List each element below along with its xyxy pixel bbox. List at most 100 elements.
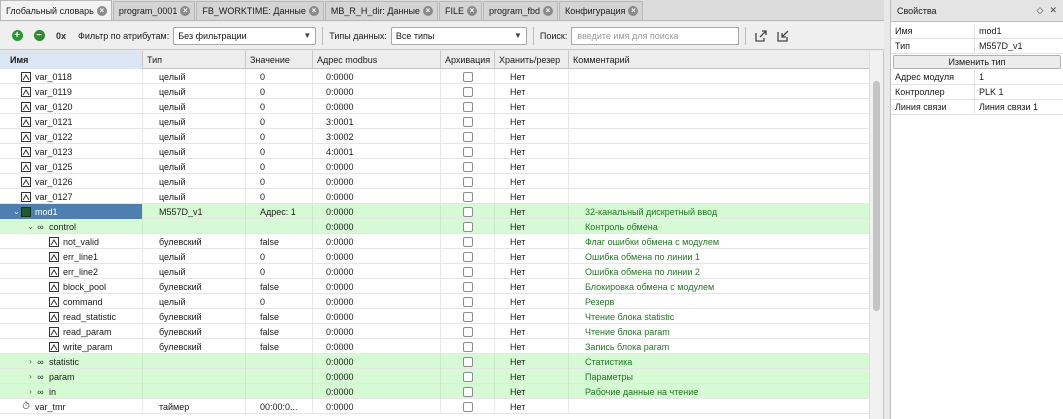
cell-comment[interactable]: Блокировка обмена с модулем — [569, 279, 883, 294]
cell-type[interactable]: целый — [143, 294, 246, 309]
import-button[interactable] — [774, 27, 792, 45]
cell-value[interactable] — [246, 354, 313, 369]
cell-name[interactable]: write_param — [0, 339, 143, 354]
cell-retain[interactable]: Нет — [495, 144, 569, 159]
tab-3[interactable]: MB_R_H_dir: Данные × — [324, 1, 438, 20]
archive-checkbox[interactable] — [462, 131, 473, 142]
table-row[interactable]: var_0118 целый 0 0:0000 Нет — [0, 69, 883, 84]
cell-name[interactable]: var_0121 — [0, 114, 143, 129]
cell-type[interactable]: целый — [143, 189, 246, 204]
archive-checkbox[interactable] — [462, 371, 473, 382]
column-header-retain[interactable]: Хранить/резер — [495, 51, 569, 69]
cell-value[interactable]: 0 — [246, 249, 313, 264]
cell-retain[interactable]: Нет — [495, 84, 569, 99]
tab-0[interactable]: Глобальный словарь × — [0, 0, 112, 20]
cell-value[interactable]: 0 — [246, 294, 313, 309]
cell-comment[interactable]: Резерв — [569, 294, 883, 309]
table-row[interactable]: err_line1 целый 0 0:0000 Нет Ошибка обмена по… — [0, 249, 883, 264]
cell-modbus[interactable]: 0:0000 — [313, 159, 441, 174]
vertical-scrollbar[interactable] — [869, 51, 883, 419]
cell-name[interactable]: var_0127 — [0, 189, 143, 204]
add-variable-button[interactable]: + — [8, 27, 26, 45]
cell-value[interactable]: 0 — [246, 99, 313, 114]
cell-name[interactable]: ⌄ ∞ control — [0, 219, 143, 234]
cell-name[interactable]: › ∞ param — [0, 369, 143, 384]
archive-checkbox[interactable] — [462, 401, 473, 412]
cell-type[interactable]: целый — [143, 114, 246, 129]
cell-value[interactable]: false — [246, 234, 313, 249]
table-row[interactable]: var_0120 целый 0 0:0000 Нет — [0, 99, 883, 114]
cell-modbus[interactable]: 0:0000 — [313, 69, 441, 84]
cell-name[interactable]: read_param — [0, 324, 143, 339]
table-row[interactable]: read_statistic булевский false 0:0000 Нет Чте… — [0, 309, 883, 324]
cell-retain[interactable]: Нет — [495, 279, 569, 294]
table-row[interactable]: var_0121 целый 0 3:0001 Нет — [0, 114, 883, 129]
tab-5[interactable]: program_fbd × — [482, 1, 558, 20]
scrollbar-thumb[interactable] — [873, 81, 880, 311]
cell-comment[interactable] — [569, 129, 883, 144]
table-row[interactable]: › ∞ param 0:0000 Нет Параметры — [0, 369, 883, 384]
cell-type[interactable]: M557D_v1 — [143, 204, 246, 219]
cell-modbus[interactable]: 0:0000 — [313, 369, 441, 384]
cell-value[interactable]: 0 — [246, 264, 313, 279]
cell-comment[interactable]: Чтение блока statistic — [569, 309, 883, 324]
cell-retain[interactable]: Нет — [495, 189, 569, 204]
cell-modbus[interactable]: 0:0000 — [313, 264, 441, 279]
cell-name[interactable]: › ∞ statistic — [0, 354, 143, 369]
export-button[interactable] — [752, 27, 770, 45]
cell-modbus[interactable]: 3:0002 — [313, 129, 441, 144]
table-row[interactable]: ⌄ mod1 M557D_v1 Адрес: 1 0:0000 Нет 32-канальн… — [0, 204, 883, 219]
tab-4[interactable]: FILE × — [438, 1, 482, 20]
cell-retain[interactable]: Нет — [495, 354, 569, 369]
cell-modbus[interactable]: 3:0001 — [313, 114, 441, 129]
cell-retain[interactable]: Нет — [495, 204, 569, 219]
tab-1[interactable]: program_0001 × — [112, 1, 196, 20]
cell-type[interactable]: целый — [143, 249, 246, 264]
table-row[interactable]: var_0122 целый 0 3:0002 Нет — [0, 129, 883, 144]
archive-checkbox[interactable] — [462, 281, 473, 292]
table-row[interactable]: read_param булевский false 0:0000 Нет Чтение … — [0, 324, 883, 339]
cell-comment[interactable] — [569, 144, 883, 159]
cell-modbus[interactable]: 0:0000 — [313, 204, 441, 219]
chevron-right-icon[interactable]: › — [26, 387, 35, 396]
cell-modbus[interactable]: 0:0000 — [313, 99, 441, 114]
archive-checkbox[interactable] — [462, 86, 473, 97]
archive-checkbox[interactable] — [462, 236, 473, 247]
archive-checkbox[interactable] — [462, 116, 473, 127]
archive-checkbox[interactable] — [462, 71, 473, 82]
cell-retain[interactable]: Нет — [495, 234, 569, 249]
cell-comment[interactable]: 32-канальный дискретный ввод — [569, 204, 883, 219]
close-icon[interactable]: × — [628, 6, 639, 16]
change-type-button[interactable]: Изменить тип — [893, 55, 1061, 69]
property-value[interactable]: M557D_v1 — [975, 39, 1063, 53]
tab-6[interactable]: Конфигурация × — [559, 1, 644, 20]
archive-checkbox[interactable] — [462, 191, 473, 202]
cell-retain[interactable]: Нет — [495, 99, 569, 114]
archive-checkbox[interactable] — [462, 146, 473, 157]
cell-name[interactable]: var_0122 — [0, 129, 143, 144]
cell-type[interactable]: булевский — [143, 234, 246, 249]
close-icon[interactable]: × — [466, 6, 477, 16]
cell-comment[interactable]: Ошибка обмена по линии 1 — [569, 249, 883, 264]
cell-retain[interactable]: Нет — [495, 339, 569, 354]
property-value[interactable]: Линия связи 1 — [975, 100, 1063, 114]
archive-checkbox[interactable] — [462, 221, 473, 232]
cell-comment[interactable]: Чтение блока param — [569, 324, 883, 339]
table-row[interactable]: var_0119 целый 0 0:0000 Нет — [0, 84, 883, 99]
cell-value[interactable]: 0 — [246, 84, 313, 99]
cell-name[interactable]: ⌄ mod1 — [0, 204, 143, 219]
cell-type[interactable]: булевский — [143, 279, 246, 294]
close-icon[interactable]: × — [543, 6, 553, 16]
cell-value[interactable]: 0 — [246, 144, 313, 159]
table-row[interactable]: › ∞ statistic 0:0000 Нет Статистика — [0, 354, 883, 369]
tab-2[interactable]: FB_WORKTIME: Данные × — [196, 1, 324, 20]
cell-modbus[interactable]: 0:0000 — [313, 384, 441, 399]
cell-type[interactable]: булевский — [143, 309, 246, 324]
cell-retain[interactable]: Нет — [495, 129, 569, 144]
cell-modbus[interactable]: 0:0000 — [313, 279, 441, 294]
chevron-right-icon[interactable]: › — [26, 357, 35, 366]
cell-retain[interactable]: Нет — [495, 264, 569, 279]
cell-modbus[interactable]: 0:0000 — [313, 219, 441, 234]
cell-name[interactable]: not_valid — [0, 234, 143, 249]
column-header-name[interactable]: Имя — [0, 51, 143, 69]
